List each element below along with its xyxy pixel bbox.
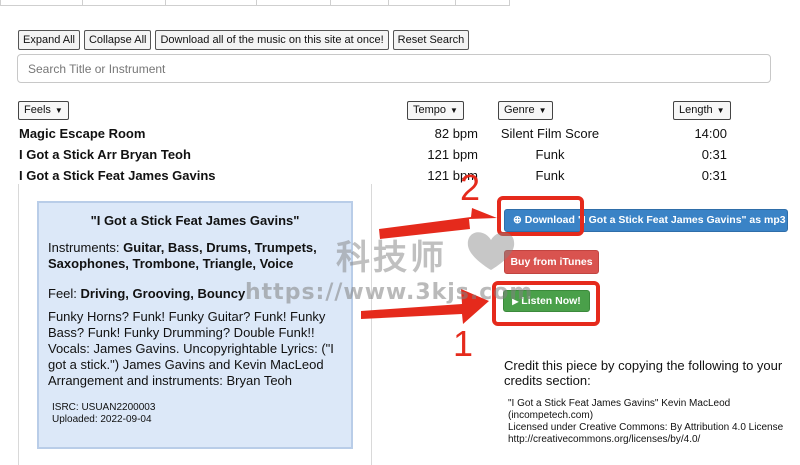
detail-meta: ISRC: USUAN2200003 Uploaded: 2022-09-04 [48, 402, 342, 426]
feels-dropdown-label: Feels [24, 104, 51, 116]
watermark-url: https://www.3kjs.com [245, 280, 534, 305]
search-input[interactable] [17, 54, 771, 83]
credit-text: "I Got a Stick Feat James Gavins" Kevin … [508, 398, 788, 446]
length-dropdown[interactable]: Length ▼ [673, 101, 731, 120]
chevron-down-icon: ▼ [716, 106, 725, 115]
buy-itunes-button[interactable]: Buy from iTunes [504, 250, 599, 274]
track-length: 0:31 [701, 147, 727, 162]
toolbar: Expand All Collapse All Download all of … [18, 30, 470, 50]
upload-date: Uploaded: 2022-09-04 [52, 414, 152, 425]
tempo-dropdown[interactable]: Tempo ▼ [407, 101, 464, 120]
track-genre: Funk [535, 147, 565, 162]
expand-all-button[interactable]: Expand All [18, 30, 80, 50]
download-all-button[interactable]: Download all of the music on this site a… [155, 30, 389, 50]
track-title: Magic Escape Room [19, 126, 146, 141]
isrc-code: ISRC: USUAN2200003 [52, 402, 156, 413]
detail-description: Funky Horns? Funk! Funky Guitar? Funk! F… [48, 309, 334, 388]
collapse-all-button[interactable]: Collapse All [83, 30, 152, 50]
credit-link[interactable]: http://creativecommons.org/licenses/by/4… [508, 434, 788, 446]
credit-heading: Credit this piece by copying the followi… [504, 358, 783, 388]
track-genre: Funk [535, 168, 565, 183]
chevron-down-icon: ▼ [538, 106, 547, 115]
track-title: I Got a Stick Arr Bryan Teoh [19, 147, 191, 162]
detail-instruments: Instruments: Guitar, Bass, Drums, Trumpe… [48, 240, 342, 272]
watermark-logo: 科技师 [336, 238, 447, 278]
chevron-down-icon: ▼ [450, 106, 458, 115]
track-tempo: 82 bpm [434, 126, 478, 141]
top-tab-strip [0, 0, 510, 6]
annotation-number-1: 1 [453, 323, 474, 364]
annotation-number-2: 2 [460, 167, 481, 208]
track-row[interactable]: Magic Escape Room 82 bpm Silent Film Sco… [19, 123, 779, 144]
feel-value: Driving, Grooving, Bouncy [80, 286, 246, 301]
track-length: 14:00 [694, 126, 727, 141]
instruments-label: Instruments: [48, 240, 124, 255]
genre-dropdown[interactable]: Genre ▼ [498, 101, 553, 120]
track-genre: Silent Film Score [500, 126, 600, 141]
track-row[interactable]: I Got a Stick Arr Bryan Teoh 121 bpm Fun… [19, 144, 779, 165]
track-length: 0:31 [701, 168, 727, 183]
credit-line: "I Got a Stick Feat James Gavins" Kevin … [508, 398, 731, 421]
chevron-down-icon: ▼ [54, 106, 63, 115]
feels-dropdown[interactable]: Feels ▼ [18, 101, 69, 120]
reset-search-button[interactable]: Reset Search [392, 30, 470, 50]
length-dropdown-label: Length [679, 104, 713, 116]
tempo-dropdown-label: Tempo [413, 104, 447, 116]
credit-line: Licensed under Creative Commons: By Attr… [508, 422, 784, 433]
detail-title: "I Got a Stick Feat James Gavins" [90, 213, 300, 228]
download-highlight-box [497, 196, 584, 236]
genre-dropdown-label: Genre [504, 104, 535, 116]
track-title: I Got a Stick Feat James Gavins [19, 168, 216, 183]
track-tempo: 121 bpm [427, 147, 478, 162]
feel-label: Feel: [48, 286, 81, 301]
track-row-selected[interactable]: I Got a Stick Feat James Gavins 121 bpm … [17, 165, 779, 186]
track-detail-panel: "I Got a Stick Feat James Gavins" Instru… [37, 201, 353, 449]
